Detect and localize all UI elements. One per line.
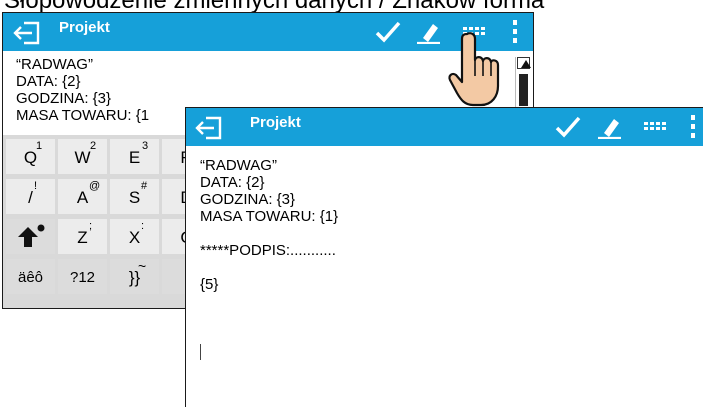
scroll-up-button[interactable] — [517, 57, 531, 69]
check-icon[interactable] — [555, 115, 581, 139]
scrollbar[interactable] — [515, 57, 531, 109]
text-line: “RADWAG” — [200, 157, 277, 174]
key-a[interactable]: A @ — [58, 179, 107, 214]
numbers-key[interactable]: ?12 — [58, 259, 107, 294]
text-line: MASA TOWARU: {1} — [200, 208, 339, 225]
arrow-up-icon — [521, 60, 531, 68]
eraser-icon[interactable] — [415, 20, 441, 44]
text-line — [200, 259, 338, 276]
shift-key[interactable] — [6, 219, 55, 254]
front-editor-screen: Projekt “RADWAG” DATA: {2} GODZINA: {3} MAS… — [185, 107, 703, 407]
text-line — [200, 225, 338, 242]
front-title-bar: Projekt — [186, 108, 703, 146]
symbols-key[interactable]: }} ~ — [110, 259, 159, 294]
more-vertical-icon[interactable] — [512, 19, 518, 45]
more-vertical-icon[interactable] — [690, 114, 696, 140]
accents-key[interactable]: äêô — [6, 259, 55, 294]
exit-icon[interactable] — [194, 116, 224, 140]
key-x[interactable]: X: — [110, 219, 159, 254]
text-cursor — [200, 344, 201, 360]
exit-icon[interactable] — [12, 21, 42, 45]
key-w[interactable]: W2 — [58, 139, 107, 174]
key-s[interactable]: S # — [110, 179, 159, 214]
key-q[interactable]: Q1 — [6, 139, 55, 174]
scroll-thumb[interactable] — [519, 74, 528, 106]
text-line: DATA: {2} — [16, 73, 81, 90]
back-text-area[interactable]: “RADWAG” DATA: {2} GODZINA: {3} MASA TOWARU… — [16, 56, 149, 124]
key-slash[interactable]: /! — [6, 179, 55, 214]
text-line: “RADWAG” — [16, 56, 93, 73]
eraser-icon[interactable] — [596, 115, 622, 139]
shift-arrow-icon — [18, 224, 45, 247]
text-line: DATA: {2} — [200, 174, 265, 191]
key-z[interactable]: Z; — [58, 219, 107, 254]
check-icon[interactable] — [375, 20, 401, 44]
back-window-title: Projekt — [59, 19, 110, 36]
text-line: GODZINA: {3} — [200, 191, 296, 208]
text-line: {5} — [200, 276, 219, 293]
text-line: GODZINA: {3} — [16, 90, 112, 107]
hand-pointer-icon — [448, 32, 500, 107]
front-window-title: Projekt — [250, 114, 301, 131]
keyboard-icon[interactable] — [642, 115, 668, 139]
text-line: MASA TOWARU: {1 — [16, 107, 150, 124]
key-e[interactable]: E3 — [110, 139, 159, 174]
text-line: *****PODPIS:........... — [200, 242, 336, 259]
front-text-area[interactable]: “RADWAG” DATA: {2} GODZINA: {3} MASA TOWARU… — [200, 157, 338, 293]
